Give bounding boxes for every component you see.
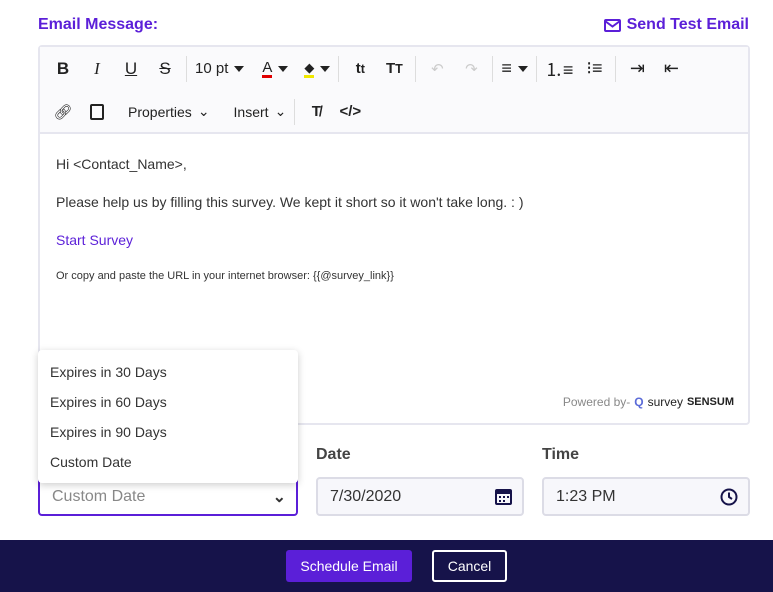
clear-format-icon: T̸ xyxy=(311,103,321,120)
time-label: Time xyxy=(542,446,580,463)
menu-item-60-days[interactable]: Expires in 60 Days xyxy=(38,387,298,417)
editor-content[interactable]: Hi <Contact_Name>, Please help us by fil… xyxy=(40,134,748,326)
italic-button[interactable]: I xyxy=(80,51,114,87)
caret-down-icon xyxy=(320,65,331,72)
caret-down-icon xyxy=(234,65,245,72)
cancel-button[interactable]: Cancel xyxy=(432,550,507,582)
schedule-email-button[interactable]: Schedule Email xyxy=(286,550,412,582)
expiry-dropdown-menu: Expires in 30 Days Expires in 60 Days Ex… xyxy=(38,350,298,483)
chevron-down-icon: ⌄ xyxy=(272,488,286,506)
divider xyxy=(615,55,617,82)
redo-icon: ↷ xyxy=(465,60,478,78)
powered-by: Powered by- Q survey SENSUM xyxy=(563,395,734,409)
align-left-icon: ≡ xyxy=(501,58,512,78)
ordered-list-icon: ⒈≡ xyxy=(544,59,574,80)
menu-item-custom-date[interactable]: Custom Date xyxy=(38,447,298,477)
date-input[interactable]: 7/30/2020 xyxy=(316,477,524,516)
calendar-icon xyxy=(495,489,512,505)
highlight-color-dropdown[interactable]: ◆ xyxy=(300,51,334,87)
caret-down-icon xyxy=(517,65,528,72)
brand-name-bold: SENSUM xyxy=(686,396,734,408)
insert-dropdown[interactable]: Insert ⌄ xyxy=(230,94,291,130)
clock-icon xyxy=(720,488,738,505)
bold-button[interactable]: B xyxy=(46,51,80,87)
clear-formatting-button[interactable]: T̸ xyxy=(299,94,333,130)
chevron-down-icon: ⌄ xyxy=(197,103,210,119)
divider xyxy=(535,55,537,82)
indent-icon: ⇥ xyxy=(629,58,645,78)
font-color-icon: A xyxy=(262,58,273,78)
indent-button[interactable]: ⇥ xyxy=(620,51,654,87)
align-dropdown[interactable]: ≡ xyxy=(497,51,532,87)
superscript-button[interactable]: tt xyxy=(343,51,377,87)
undo-button[interactable]: ↶ xyxy=(420,51,454,87)
start-survey-link[interactable]: Start Survey xyxy=(56,232,732,248)
send-test-email-button[interactable]: Send Test Email xyxy=(603,16,749,34)
greeting-text: Hi <Contact_Name>, xyxy=(56,156,187,172)
code-icon: </> xyxy=(339,103,362,120)
editor-toolbar: B I U S 10 pt A ◆ tt TT ↶ ↷ ≡ ⒈≡ ⁝≡ ⇥ ⇤ … xyxy=(40,47,748,134)
divider xyxy=(338,55,340,82)
underline-button[interactable]: U xyxy=(114,51,148,87)
chevron-down-icon: ⌄ xyxy=(274,103,287,119)
link-icon: 🔗︎ xyxy=(53,103,73,121)
expiry-selected-value: Custom Date xyxy=(52,487,146,505)
image-button[interactable] xyxy=(80,94,114,130)
paint-bucket-icon: ◆ xyxy=(304,60,315,78)
source-code-button[interactable]: </> xyxy=(333,94,367,130)
message-text: Please help us by filling this survey. W… xyxy=(56,194,524,210)
link-button[interactable]: 🔗︎ xyxy=(46,94,80,130)
powered-by-label: Powered by- xyxy=(562,395,631,409)
outdent-icon: ⇤ xyxy=(663,58,679,78)
menu-item-30-days[interactable]: Expires in 30 Days xyxy=(38,357,298,387)
outdent-button[interactable]: ⇤ xyxy=(654,51,688,87)
time-value: 1:23 PM xyxy=(556,487,616,505)
divider xyxy=(492,55,494,82)
font-color-dropdown[interactable]: A xyxy=(258,51,292,87)
brand-name: survey xyxy=(647,395,683,409)
url-text: Or copy and paste the URL in your intern… xyxy=(56,270,394,282)
divider xyxy=(415,55,417,82)
surveysensum-logo-icon: Q xyxy=(634,395,644,409)
insert-label: Insert xyxy=(233,103,269,120)
menu-item-90-days[interactable]: Expires in 90 Days xyxy=(38,417,298,447)
date-value: 7/30/2020 xyxy=(330,487,402,505)
send-test-label: Send Test Email xyxy=(626,16,749,33)
divider xyxy=(186,55,187,82)
font-size-value: 10 pt xyxy=(195,60,229,77)
text-transform-button[interactable]: TT xyxy=(377,51,411,87)
undo-icon: ↶ xyxy=(431,60,444,78)
time-input[interactable]: 1:23 PM xyxy=(542,477,750,516)
properties-dropdown[interactable]: Properties ⌄ xyxy=(124,94,214,130)
redo-button[interactable]: ↷ xyxy=(454,51,488,87)
strikethrough-button[interactable]: S xyxy=(148,51,182,87)
divider xyxy=(294,98,296,125)
section-title: Email Message: xyxy=(38,16,159,33)
date-label: Date xyxy=(316,446,351,463)
unordered-list-button[interactable]: ⁝≡ xyxy=(577,51,611,87)
ordered-list-button[interactable]: ⒈≡ xyxy=(541,51,578,87)
envelope-icon xyxy=(603,18,621,32)
font-size-dropdown[interactable]: 10 pt xyxy=(191,51,248,87)
caret-down-icon xyxy=(278,65,289,72)
image-icon xyxy=(90,103,104,120)
bullet-list-icon: ⁝≡ xyxy=(586,58,603,78)
properties-label: Properties xyxy=(128,103,192,120)
